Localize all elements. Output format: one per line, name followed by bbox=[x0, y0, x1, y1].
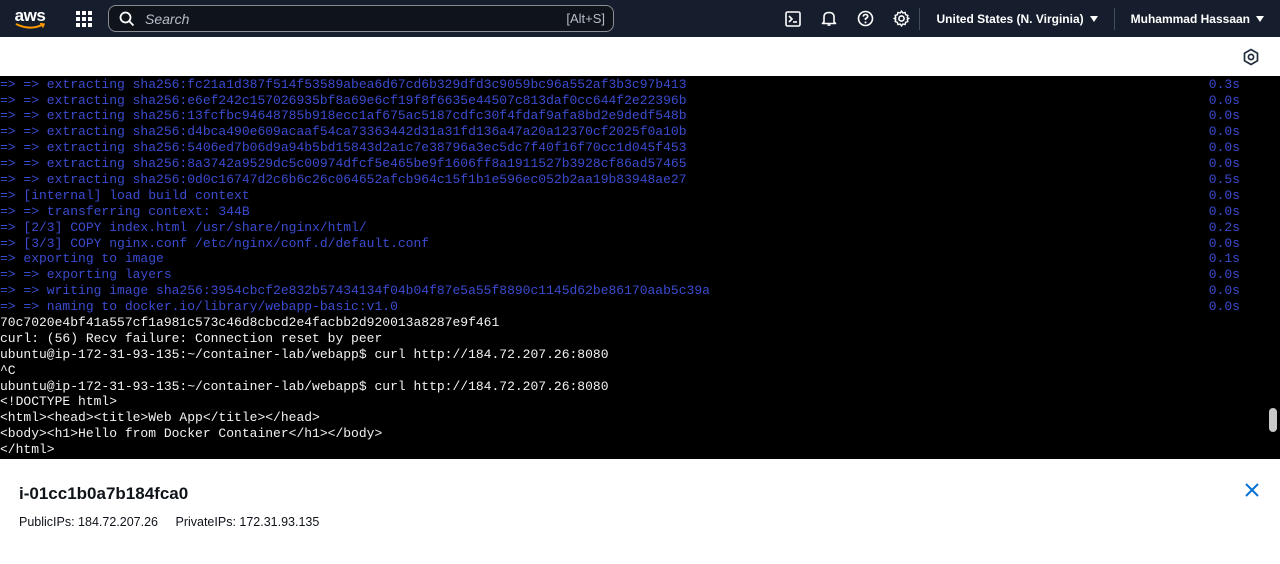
build-step-time: 0.2s bbox=[1208, 219, 1240, 235]
build-step-text: => => extracting sha256:d4bca490e609acaa… bbox=[0, 124, 687, 140]
search-icon bbox=[119, 11, 135, 26]
cloudshell-icon bbox=[785, 10, 802, 27]
build-step-text: => [3/3] COPY nginx.conf /etc/nginx/conf… bbox=[0, 235, 430, 251]
aws-smile-icon bbox=[15, 22, 45, 29]
hexagon-settings-icon[interactable] bbox=[1242, 48, 1260, 66]
terminal-build-line: => => naming to docker.io/library/webapp… bbox=[0, 299, 1266, 315]
terminal-window[interactable]: => => extracting sha256:fc21a1d387f514f5… bbox=[0, 76, 1280, 459]
user-name: Muhammad Hassaan bbox=[1130, 11, 1250, 26]
aws-logo[interactable]: aws bbox=[0, 0, 60, 37]
build-step-time: 0.0s bbox=[1208, 299, 1240, 315]
terminal-output-line: <!DOCTYPE html> bbox=[0, 394, 1266, 410]
terminal-output-line: ^C bbox=[0, 363, 1266, 379]
instance-ips: PublicIPs: 184.72.207.26 PrivateIPs: 172… bbox=[19, 515, 333, 529]
private-ips: PrivateIPs: 172.31.93.135 bbox=[175, 515, 320, 529]
cloudshell-toolbar bbox=[0, 37, 1280, 76]
terminal-build-line: => [3/3] COPY nginx.conf /etc/nginx/conf… bbox=[0, 236, 1266, 252]
region-selector[interactable]: United States (N. Virginia) bbox=[920, 12, 1113, 26]
build-step-time: 0.5s bbox=[1208, 171, 1240, 187]
build-step-text: => => exporting layers bbox=[0, 267, 172, 283]
build-step-time: 0.0s bbox=[1208, 187, 1240, 203]
build-step-time: 0.0s bbox=[1208, 124, 1240, 140]
help-button[interactable] bbox=[847, 0, 883, 37]
build-step-text: => [internal] load build context bbox=[0, 187, 250, 203]
build-step-time: 0.0s bbox=[1208, 203, 1240, 219]
terminal-scrollbar[interactable] bbox=[1266, 76, 1280, 459]
build-step-time: 0.0s bbox=[1208, 283, 1240, 299]
close-icon[interactable] bbox=[1244, 482, 1260, 498]
build-step-text: => => extracting sha256:0d0c16747d2c6b6c… bbox=[0, 171, 687, 187]
terminal-build-line: => => writing image sha256:3954cbcf2e832… bbox=[0, 283, 1266, 299]
scrollbar-thumb[interactable] bbox=[1269, 408, 1277, 432]
terminal-output-line: ubuntu@ip-172-31-93-135:~/container-lab/… bbox=[0, 379, 1266, 395]
build-step-time: 0.0s bbox=[1208, 156, 1240, 172]
terminal-lines: => => extracting sha256:fc21a1d387f514f5… bbox=[0, 77, 1266, 458]
build-step-text: => => extracting sha256:13fcfbc94648785b… bbox=[0, 108, 687, 124]
caret-down-icon bbox=[1256, 15, 1264, 22]
build-step-time: 0.3s bbox=[1208, 76, 1240, 92]
build-step-text: => => extracting sha256:5406ed7b06d9a94b… bbox=[0, 140, 687, 156]
build-step-text: => [2/3] COPY index.html /usr/share/ngin… bbox=[0, 219, 367, 235]
terminal-output-line: 70c7020e4bf41a557cf1a981c573c46d8cbcd2e4… bbox=[0, 315, 1266, 331]
terminal-output: => => extracting sha256:fc21a1d387f514f5… bbox=[0, 76, 1266, 459]
terminal-output-line: <body><h1>Hello from Docker Container</h… bbox=[0, 426, 1266, 442]
build-step-text: => => extracting sha256:e6ef242c15702693… bbox=[0, 92, 687, 108]
services-menu-icon[interactable] bbox=[76, 10, 92, 27]
terminal-build-line: => exporting to image 0.1s bbox=[0, 251, 1266, 267]
terminal-text: </html> bbox=[0, 442, 55, 458]
aws-logo-text: aws bbox=[14, 5, 46, 25]
terminal-build-line: => => exporting layers 0.0s bbox=[0, 267, 1266, 283]
search-input[interactable] bbox=[143, 9, 567, 28]
search-bar[interactable]: [Alt+S] bbox=[108, 5, 614, 32]
account-menu[interactable]: Muhammad Hassaan bbox=[1115, 12, 1280, 26]
top-navigation-bar: aws [Alt+S] bbox=[0, 0, 1280, 37]
terminal-text: ubuntu@ip-172-31-93-135:~/container-lab/… bbox=[0, 346, 609, 362]
terminal-text: curl: (56) Recv failure: Connection rese… bbox=[0, 330, 383, 346]
build-step-text: => => writing image sha256:3954cbcf2e832… bbox=[0, 283, 710, 299]
terminal-output-line: curl: (56) Recv failure: Connection rese… bbox=[0, 331, 1266, 347]
help-icon bbox=[857, 10, 874, 27]
terminal-build-line: => => extracting sha256:fc21a1d387f514f5… bbox=[0, 77, 1266, 93]
terminal-text: ubuntu@ip-172-31-93-135:~/container-lab/… bbox=[0, 378, 609, 394]
terminal-output-line: ubuntu@ip-172-31-93-135:~/container-lab/… bbox=[0, 347, 1266, 363]
gear-icon bbox=[893, 10, 910, 27]
terminal-build-line: => => extracting sha256:e6ef242c15702693… bbox=[0, 93, 1266, 109]
terminal-text: <!DOCTYPE html> bbox=[0, 394, 118, 410]
build-step-time: 0.0s bbox=[1208, 267, 1240, 283]
terminal-build-line: => => extracting sha256:8a3742a9529dc5c0… bbox=[0, 156, 1266, 172]
notifications-button[interactable] bbox=[811, 0, 847, 37]
build-step-time: 0.0s bbox=[1208, 108, 1240, 124]
build-step-time: 0.0s bbox=[1208, 140, 1240, 156]
build-step-text: => exporting to image bbox=[0, 251, 164, 267]
terminal-build-line: => [internal] load build context 0.0s bbox=[0, 188, 1266, 204]
build-step-text: => => transferring context: 344B bbox=[0, 203, 250, 219]
terminal-build-line: => => extracting sha256:0d0c16747d2c6b6c… bbox=[0, 172, 1266, 188]
terminal-text: 70c7020e4bf41a557cf1a981c573c46d8cbcd2e4… bbox=[0, 314, 500, 330]
instance-id: i-01cc1b0a7b184fca0 bbox=[19, 484, 189, 503]
cloudshell-button[interactable] bbox=[775, 0, 811, 37]
settings-button[interactable] bbox=[883, 0, 919, 37]
build-step-time: 0.1s bbox=[1208, 251, 1240, 267]
build-step-time: 0.0s bbox=[1208, 92, 1240, 108]
terminal-build-line: => => transferring context: 344B 0.0s bbox=[0, 204, 1266, 220]
instance-info-panel: i-01cc1b0a7b184fca0 PublicIPs: 184.72.20… bbox=[0, 459, 1280, 564]
terminal-text: <html><head><title>Web App</title></head… bbox=[0, 410, 320, 426]
caret-down-icon bbox=[1089, 15, 1098, 22]
terminal-output-line: <html><head><title>Web App</title></head… bbox=[0, 410, 1266, 426]
search-shortcut-hint: [Alt+S] bbox=[566, 11, 605, 26]
terminal-text: ^C bbox=[0, 362, 16, 378]
build-step-text: => => extracting sha256:fc21a1d387f514f5… bbox=[0, 76, 687, 92]
build-step-text: => => naming to docker.io/library/webapp… bbox=[0, 299, 398, 315]
build-step-time: 0.0s bbox=[1208, 235, 1240, 251]
terminal-build-line: => => extracting sha256:13fcfbc94648785b… bbox=[0, 108, 1266, 124]
terminal-build-line: => [2/3] COPY index.html /usr/share/ngin… bbox=[0, 220, 1266, 236]
region-label: United States (N. Virginia) bbox=[936, 11, 1084, 26]
public-ips: PublicIPs: 184.72.207.26 bbox=[19, 515, 158, 529]
terminal-build-line: => => extracting sha256:5406ed7b06d9a94b… bbox=[0, 140, 1266, 156]
terminal-text: <body><h1>Hello from Docker Container</h… bbox=[0, 426, 383, 442]
terminal-build-line: => => extracting sha256:d4bca490e609acaa… bbox=[0, 124, 1266, 140]
build-step-text: => => extracting sha256:8a3742a9529dc5c0… bbox=[0, 156, 687, 172]
terminal-output-line: </html> bbox=[0, 442, 1266, 458]
bell-icon bbox=[822, 11, 837, 26]
